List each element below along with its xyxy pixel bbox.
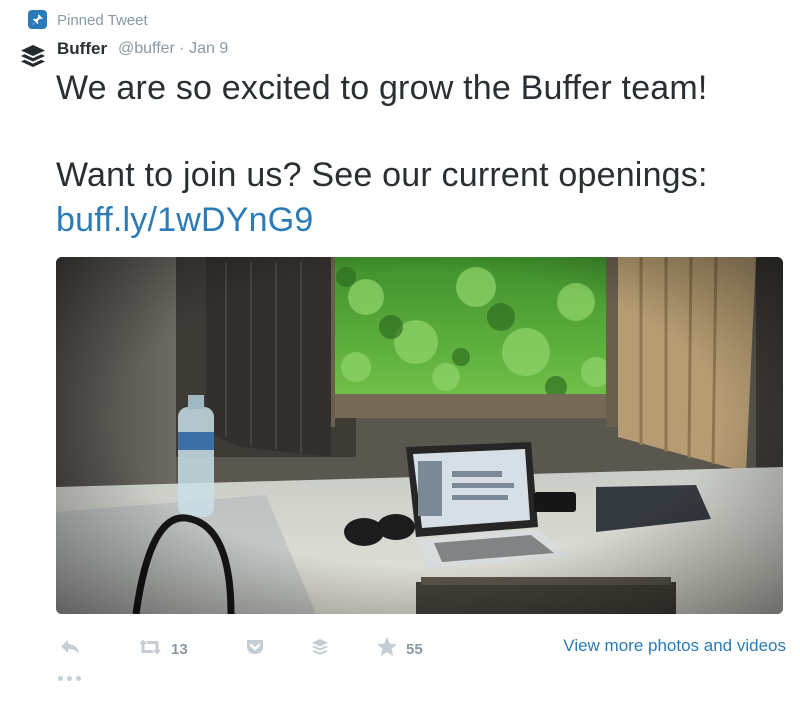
author-name[interactable]: Buffer bbox=[57, 39, 107, 59]
tweet-photo[interactable] bbox=[56, 257, 783, 614]
favorite-button[interactable]: 55 bbox=[376, 633, 423, 665]
ellipsis-icon[interactable] bbox=[58, 671, 88, 685]
tweet-meta: @buffer · Jan 9 bbox=[118, 40, 228, 58]
buffer-logo-icon[interactable] bbox=[18, 41, 48, 71]
tweet-text: We are so excited to grow the Buffer tea… bbox=[56, 66, 776, 243]
pocket-icon bbox=[245, 638, 265, 661]
reply-icon bbox=[59, 638, 81, 661]
meta-separator: · bbox=[179, 40, 185, 57]
reply-button[interactable] bbox=[59, 633, 81, 665]
tweet-text-line-2: Want to join us? See our current opening… bbox=[56, 156, 708, 194]
retweet-icon bbox=[137, 638, 163, 661]
pin-icon bbox=[28, 10, 47, 29]
view-more-photos-link[interactable]: View more photos and videos bbox=[563, 636, 786, 656]
star-icon bbox=[376, 636, 398, 662]
buffer-icon bbox=[310, 637, 330, 662]
favorite-count: 55 bbox=[406, 640, 423, 658]
pocket-button[interactable] bbox=[245, 633, 265, 665]
tweet-actions: 13 55 View more photos and videos bbox=[56, 633, 786, 665]
retweet-button[interactable]: 13 bbox=[137, 633, 188, 665]
buffer-button[interactable] bbox=[310, 633, 330, 665]
tweet-date[interactable]: Jan 9 bbox=[189, 40, 228, 57]
author-handle[interactable]: @buffer bbox=[118, 40, 175, 57]
pinned-label: Pinned Tweet bbox=[57, 12, 148, 29]
tweet-link[interactable]: buff.ly/1wDYnG9 bbox=[56, 201, 314, 239]
tweet-text-line-1: We are so excited to grow the Buffer tea… bbox=[56, 69, 708, 107]
retweet-count: 13 bbox=[171, 640, 188, 658]
